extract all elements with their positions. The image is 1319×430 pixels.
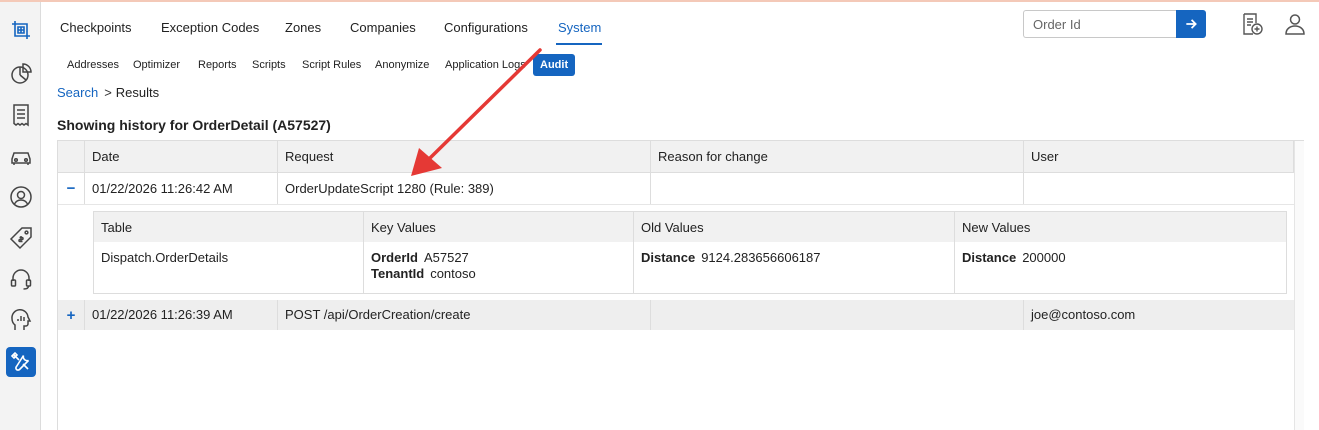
vertical-scrollbar[interactable] xyxy=(1294,141,1304,430)
detail-old-values: Distance 9124.283656606187 xyxy=(634,242,955,293)
new-field-value: 200000 xyxy=(1022,250,1066,265)
detail-table-name: Dispatch.OrderDetails xyxy=(94,242,364,293)
row-user xyxy=(1024,173,1294,204)
subtab-audit[interactable]: Audit xyxy=(533,54,576,76)
subtab-script-rules[interactable]: Script Rules xyxy=(302,59,361,71)
tab-system[interactable]: System xyxy=(558,20,601,35)
sidebar xyxy=(0,2,41,430)
subtab-application-logs[interactable]: Application Logs xyxy=(445,59,526,71)
subtab-anonymize[interactable]: Anonymize xyxy=(375,59,429,71)
tab-companies[interactable]: Companies xyxy=(350,20,416,35)
price-tag-icon[interactable] xyxy=(6,223,36,253)
table-row[interactable]: + 01/22/2026 11:26:39 AM POST /api/Order… xyxy=(58,300,1294,330)
key-name: OrderId xyxy=(371,250,418,265)
key-value: A57527 xyxy=(423,250,469,265)
top-accent-line xyxy=(0,0,1319,2)
key-value: contoso xyxy=(430,266,476,281)
user-icon[interactable] xyxy=(6,182,36,212)
detail-header-key-values: Key Values xyxy=(364,212,634,242)
vehicle-icon[interactable] xyxy=(6,141,36,171)
detail-new-values: Distance 200000 xyxy=(955,242,1286,293)
header-date[interactable]: Date xyxy=(85,141,278,172)
detail-header-old-values: Old Values xyxy=(634,212,955,242)
detail-row: Dispatch.OrderDetails OrderId A57527 Tena… xyxy=(94,242,1286,293)
new-field-name: Distance xyxy=(962,250,1017,265)
receipt-icon[interactable] xyxy=(6,100,36,130)
row-date: 01/22/2026 11:26:39 AM xyxy=(85,300,278,330)
row-request: OrderUpdateScript 1280 (Rule: 389) xyxy=(278,173,651,204)
header-reason[interactable]: Reason for change xyxy=(651,141,1024,172)
expand-toggle[interactable]: + xyxy=(58,300,85,330)
tab-zones[interactable]: Zones xyxy=(285,20,321,35)
breadcrumb-separator: > xyxy=(104,85,112,100)
change-detail-table: Table Key Values Old Values New Values D… xyxy=(93,211,1287,294)
header-request[interactable]: Request xyxy=(278,141,651,172)
old-field-name: Distance xyxy=(641,250,696,265)
search-go-button[interactable] xyxy=(1176,10,1206,38)
page-title: Showing history for OrderDetail (A57527) xyxy=(57,117,331,133)
tab-checkpoints[interactable]: Checkpoints xyxy=(60,20,132,35)
order-id-input[interactable] xyxy=(1023,10,1176,38)
subtab-optimizer[interactable]: Optimizer xyxy=(133,59,180,71)
tab-configurations[interactable]: Configurations xyxy=(444,20,528,35)
collapse-toggle[interactable]: − xyxy=(58,173,85,204)
row-reason xyxy=(651,173,1024,204)
go-arrow-icon xyxy=(1186,19,1197,29)
detail-header-new-values: New Values xyxy=(962,220,1031,235)
row-date: 01/22/2026 11:26:42 AM xyxy=(85,173,278,204)
row-request: POST /api/OrderCreation/create xyxy=(278,300,651,330)
header-toggle-cell xyxy=(58,141,85,172)
support-icon[interactable] xyxy=(6,264,36,294)
detail-header-row: Table Key Values Old Values New Values xyxy=(94,212,1286,243)
key-name: TenantId xyxy=(371,266,425,281)
subtab-scripts[interactable]: Scripts xyxy=(252,59,286,71)
subtab-reports[interactable]: Reports xyxy=(198,59,237,71)
subtab-addresses[interactable]: Addresses xyxy=(67,59,119,71)
detail-key-values: OrderId A57527 TenantId contoso xyxy=(364,242,634,293)
tools-icon[interactable] xyxy=(6,347,36,377)
table-header-row: Date Request Reason for change User xyxy=(58,141,1294,173)
breadcrumb-current: Results xyxy=(115,85,160,100)
breadcrumb: Search > Results xyxy=(57,85,159,100)
old-field-value: 9124.283656606187 xyxy=(701,250,821,265)
add-document-icon[interactable] xyxy=(1240,12,1264,36)
table-row[interactable]: − 01/22/2026 11:26:42 AM OrderUpdateScri… xyxy=(58,173,1294,205)
row-user: joe@contoso.com xyxy=(1031,307,1136,322)
header-user[interactable]: User xyxy=(1024,141,1294,172)
breadcrumb-search-link[interactable]: Search xyxy=(57,85,98,100)
tab-exception-codes[interactable]: Exception Codes xyxy=(161,20,259,35)
detail-header-table: Table xyxy=(94,212,364,242)
logo-icon[interactable] xyxy=(6,15,36,45)
profile-icon[interactable] xyxy=(1283,12,1307,36)
dashboard-icon[interactable] xyxy=(6,59,36,89)
analytics-icon[interactable] xyxy=(6,305,36,335)
row-reason xyxy=(651,300,1024,330)
active-tab-underline xyxy=(556,43,602,45)
audit-history-table: Date Request Reason for change User − 01… xyxy=(57,140,1304,430)
